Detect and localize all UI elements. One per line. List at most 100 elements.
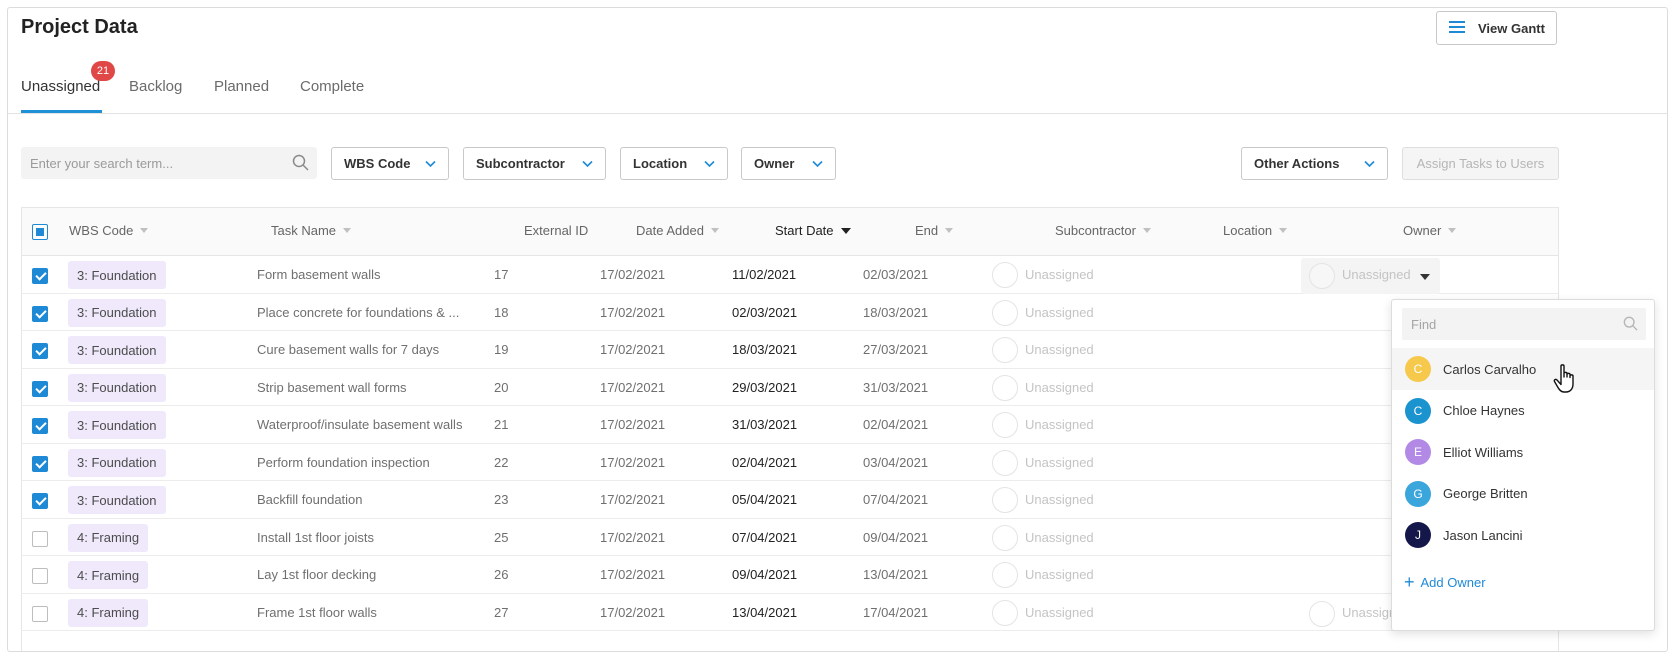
subcontractor-value[interactable]: Unassigned	[1025, 455, 1094, 470]
tab-backlog[interactable]: Backlog	[129, 78, 182, 95]
wbs-code-chip: 4: Framing	[68, 523, 149, 552]
column-header-location[interactable]: Location	[1223, 223, 1288, 238]
date-added: 17/02/2021	[600, 604, 666, 620]
user-avatar: C	[1405, 397, 1431, 424]
view-gantt-button[interactable]: View Gantt	[1436, 11, 1557, 45]
subcontractor-value[interactable]: Unassigned	[1025, 305, 1094, 320]
external-id: 27	[494, 604, 509, 620]
date-added: 17/02/2021	[600, 342, 666, 357]
owner-filter-label: Owner	[754, 156, 795, 171]
other-actions-dropdown[interactable]: Other Actions	[1241, 147, 1388, 180]
search-input[interactable]	[21, 147, 261, 179]
task-name[interactable]: Backfill foundation	[257, 492, 363, 507]
task-name[interactable]: Strip basement wall forms	[257, 380, 407, 395]
owner-filter[interactable]: Owner	[741, 147, 836, 180]
plus-icon: +	[1404, 572, 1415, 592]
subcontractor-value[interactable]: Unassigned	[1025, 605, 1094, 620]
table-row[interactable]: 3: Foundation Backfill foundation 23 17/02/…	[22, 481, 1558, 519]
subcontractor-value[interactable]: Unassigned	[1025, 492, 1094, 507]
column-header-wbs-code[interactable]: WBS Code	[69, 223, 149, 238]
subcontractor-avatar	[992, 374, 1018, 401]
wbs-code-chip: 3: Foundation	[68, 448, 166, 477]
active-tab-indicator	[21, 110, 102, 113]
row-checkbox[interactable]	[32, 530, 48, 547]
external-id: 26	[494, 567, 509, 582]
column-header-date-added[interactable]: Date Added	[636, 223, 719, 238]
table-row[interactable]: 3: Foundation Form basement walls 17 17/02/…	[22, 256, 1558, 294]
unassigned-count-badge: 21	[91, 61, 115, 81]
subcontractor-avatar	[992, 562, 1018, 588]
start-date: 11/02/2021	[732, 267, 797, 282]
subcontractor-avatar	[992, 599, 1018, 626]
start-date: 05/04/2021	[732, 492, 798, 507]
search-icon	[1623, 316, 1638, 336]
column-header-subcontractor[interactable]: Subcontractor	[1055, 223, 1151, 238]
row-checkbox[interactable]	[32, 343, 48, 359]
table-row[interactable]: 3: Foundation Strip basement wall forms 20…	[22, 369, 1558, 406]
owner-option-name: George Britten	[1443, 486, 1528, 501]
owner-option-name: Elliot Williams	[1443, 444, 1524, 460]
task-name[interactable]: Lay 1st floor decking	[257, 567, 376, 582]
task-name[interactable]: Cure basement walls for 7 days	[257, 342, 439, 357]
search-icon[interactable]	[292, 154, 309, 176]
start-date: 09/04/2021	[732, 567, 798, 582]
add-owner-button[interactable]: + Add Owner	[1404, 572, 1486, 592]
location-filter[interactable]: Location	[620, 147, 728, 180]
select-all-checkbox[interactable]	[32, 224, 48, 240]
task-name[interactable]: Frame 1st floor walls	[257, 605, 377, 620]
subcontractor-value[interactable]: Unassigned	[1025, 342, 1094, 357]
row-checkbox[interactable]	[32, 268, 48, 284]
row-checkbox[interactable]	[32, 455, 48, 472]
search-field[interactable]	[21, 147, 317, 179]
table-row[interactable]: 4: Framing Frame 1st floor walls 27 17/02/2…	[22, 594, 1558, 631]
owner-find-input[interactable]	[1402, 308, 1612, 340]
column-header-start-date[interactable]: Start Date	[775, 223, 851, 238]
owner-select[interactable]: Unassigned	[1301, 258, 1440, 294]
tab-planned[interactable]: Planned	[214, 78, 269, 95]
owner-option[interactable]: J Jason Lancini	[1392, 514, 1654, 556]
assign-tasks-button[interactable]: Assign Tasks to Users	[1402, 147, 1559, 180]
column-header-end[interactable]: End	[915, 223, 954, 238]
subcontractor-value[interactable]: Unassigned	[1025, 530, 1094, 545]
table-row[interactable]: 4: Framing Lay 1st floor decking 26 17/02/2…	[22, 556, 1558, 594]
row-checkbox[interactable]	[32, 493, 48, 509]
task-name[interactable]: Perform foundation inspection	[257, 455, 430, 470]
tab-complete[interactable]: Complete	[300, 78, 364, 95]
task-name[interactable]: Place concrete for foundations & ...	[257, 305, 459, 320]
owner-option[interactable]: E Elliot Williams	[1392, 431, 1654, 473]
row-checkbox[interactable]	[32, 380, 48, 397]
subcontractor-avatar	[992, 262, 1018, 288]
chevron-down-icon	[1364, 160, 1375, 167]
table-row[interactable]: 3: Foundation Place concrete for foundati…	[22, 294, 1558, 331]
task-name[interactable]: Install 1st floor joists	[257, 530, 374, 545]
task-name[interactable]: Form basement walls	[257, 267, 381, 282]
date-added: 17/02/2021	[600, 529, 666, 545]
table-row[interactable]: 3: Foundation Perform foundation inspecti…	[22, 444, 1558, 481]
row-checkbox[interactable]	[32, 418, 48, 434]
wbs-code-filter[interactable]: WBS Code	[331, 147, 449, 180]
table-row[interactable]: 4: Framing Install 1st floor joists 25 17/0…	[22, 519, 1558, 556]
subcontractor-value[interactable]: Unassigned	[1025, 380, 1094, 395]
task-name[interactable]: Waterproof/insulate basement walls	[257, 417, 462, 432]
row-checkbox[interactable]	[32, 605, 48, 622]
column-header-task-name[interactable]: Task Name	[271, 223, 352, 238]
table-row[interactable]: 3: Foundation Waterproof/insulate basemen…	[22, 406, 1558, 444]
subcontractor-avatar	[992, 299, 1018, 326]
owner-find-field[interactable]	[1402, 308, 1646, 340]
owner-option[interactable]: C Carlos Carvalho	[1392, 348, 1654, 390]
column-header-external-id[interactable]: External ID	[524, 223, 588, 238]
end-date: 17/04/2021	[863, 604, 929, 620]
row-checkbox[interactable]	[32, 305, 48, 322]
subcontractor-value[interactable]: Unassigned	[1025, 267, 1094, 282]
subcontractor-value[interactable]: Unassigned	[1025, 417, 1094, 432]
subcontractor-value[interactable]: Unassigned	[1025, 567, 1094, 582]
owner-option[interactable]: G George Britten	[1392, 473, 1654, 515]
column-header-owner[interactable]: Owner	[1403, 223, 1457, 238]
table-row[interactable]: 3: Foundation Cure basement walls for 7 d…	[22, 331, 1558, 369]
date-added: 17/02/2021	[600, 492, 666, 507]
row-checkbox[interactable]	[32, 568, 48, 584]
owner-option[interactable]: C Chloe Haynes	[1392, 390, 1654, 432]
tab-unassigned[interactable]: Unassigned	[21, 78, 100, 95]
external-id: 23	[494, 492, 509, 507]
subcontractor-filter[interactable]: Subcontractor	[463, 147, 606, 180]
